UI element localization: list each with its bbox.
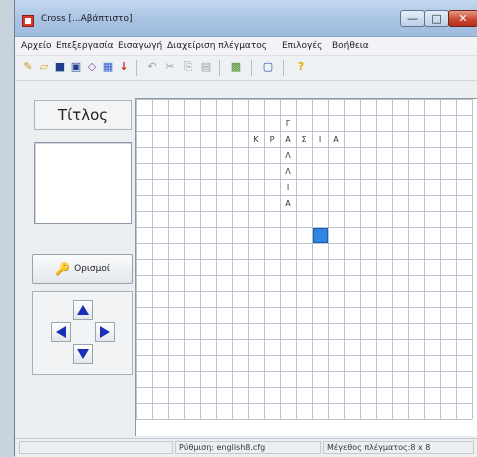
new-icon[interactable]: ✎ [21,60,35,74]
grid-letter: Γ [286,119,291,128]
arrow-left-button[interactable] [51,322,71,342]
app-icon[interactable] [22,15,34,27]
definitions-button[interactable]: 🔑 Ορισμοί [32,254,133,284]
grid-letter: Λ [285,151,291,160]
eraser-icon[interactable]: ◇ [85,60,99,74]
close-button[interactable]: ✕ [448,10,477,27]
title-bar[interactable]: Cross [...Αβάπτιστο] — □ ✕ [15,0,477,37]
arrow-right-button[interactable] [95,322,115,342]
grid-icon[interactable]: ▦ [101,60,115,74]
title-label: Τίτλος [34,100,132,130]
toolbar-separator [251,60,252,76]
status-settings: Ρύθμιση: english8.cfg [175,441,321,454]
cut-icon[interactable]: ✂ [163,60,177,74]
key-icon: 🔑 [55,262,71,276]
arrow-down-icon[interactable]: ↓ [117,60,131,74]
menu-grid-management[interactable]: Διαχείριση πλέγματος [167,41,267,51]
direction-pad [32,291,133,375]
definitions-button-label: Ορισμοί [74,264,110,274]
toolbar-separator [219,60,220,76]
grid-letter: Α [333,135,339,144]
arrow-down-button[interactable] [73,344,93,364]
arrow-down-icon [77,349,89,359]
menu-insert[interactable]: Εισαγωγή [118,41,162,51]
maximize-button[interactable]: □ [424,10,449,27]
menu-bar: Αρχείο Επεξεργασία Εισαγωγή Διαχείριση π… [15,37,477,56]
grid-letter: Λ [285,167,291,176]
toolbar: ✎ ▱ ■ ▣ ◇ ▦ ↓ ↶ ✂ ⎘ ▤ ▩ ▢ ? [15,56,477,81]
crossword-grid[interactable]: ΓΚΡΑΣΙΑΛΛΙΑ [135,98,477,436]
undo-icon[interactable]: ↶ [145,60,159,74]
menu-options[interactable]: Επιλογές [282,41,322,51]
status-empty [19,441,173,454]
grid-letter: Ρ [270,135,275,144]
app-window: Cross [...Αβάπτιστο] — □ ✕ Αρχείο Επεξερ… [14,0,477,457]
clue-text-box[interactable] [34,142,132,224]
paste-icon[interactable]: ▤ [199,60,213,74]
status-bar: Ρύθμιση: english8.cfg Μέγεθος πλέγματος:… [15,438,477,457]
toolbar-separator [136,60,137,76]
grid-letter: Ι [319,135,321,144]
grid-canvas[interactable]: ΓΚ Ρ Α Σ Ι ΑΛΛΙΑ [136,99,477,436]
arrow-right-icon [100,326,110,338]
menu-file[interactable]: Αρχείο [21,41,52,51]
grid-letter: Α [285,199,291,208]
arrow-left-icon [56,326,66,338]
minimize-button[interactable]: — [400,10,425,27]
save-as-icon[interactable]: ▣ [69,60,83,74]
left-panel: Τίτλος 🔑 Ορισμοί [21,93,133,375]
status-grid-size: Μέγεθος πλέγματος:8 x 8 [323,441,474,454]
menu-edit[interactable]: Επεξεργασία [56,41,114,51]
open-icon[interactable]: ▱ [37,60,51,74]
grid-cursor-cell[interactable] [313,228,328,243]
save-icon[interactable]: ■ [53,60,67,74]
grid-letter: Ι [287,183,289,192]
arrow-up-icon [77,305,89,315]
arrow-up-button[interactable] [73,300,93,320]
window-title: Cross [...Αβάπτιστο] [41,14,133,24]
grid-letter: Α [285,135,291,144]
copy-icon[interactable]: ⎘ [181,60,195,74]
toolbar-separator [283,60,284,76]
monitor-icon[interactable]: ▢ [261,60,275,74]
help-icon[interactable]: ? [294,60,308,74]
menu-help[interactable]: Βοήθεια [332,41,369,51]
grid-letter: Κ [253,135,259,144]
grid-settings-icon[interactable]: ▩ [229,60,243,74]
grid-letter: Σ [301,135,306,144]
